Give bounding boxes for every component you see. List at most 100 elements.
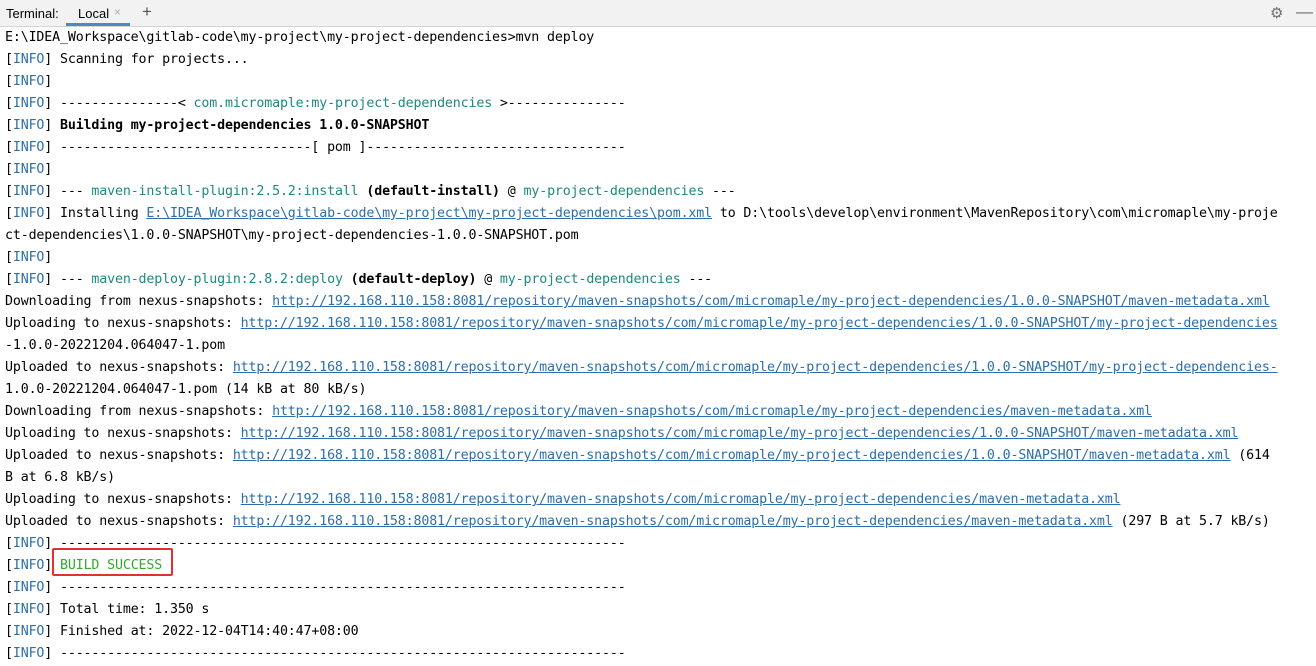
url-link[interactable]: http://192.168.110.158:8081/repository/m… bbox=[272, 294, 1270, 309]
console-line: [INFO] bbox=[5, 250, 53, 265]
info-tag: INFO bbox=[12, 52, 45, 67]
console-line: Uploading to nexus-snapshots: http://192… bbox=[5, 423, 1238, 445]
project-name: my-project-dependencies bbox=[499, 272, 681, 287]
file-link[interactable]: E:\IDEA_Workspace\gitlab-code\my-project… bbox=[146, 206, 712, 221]
info-tag: INFO bbox=[12, 162, 45, 177]
line-text: Uploading to nexus-snapshots: bbox=[5, 316, 241, 331]
console-line: B at 6.8 kB/s) bbox=[5, 467, 115, 489]
console-line: [INFO] ---------------------------------… bbox=[5, 580, 626, 595]
info-tag: INFO bbox=[12, 96, 45, 111]
project-id: com.micromaple:my-project-dependencies bbox=[193, 96, 493, 111]
scrollbar[interactable] bbox=[1308, 27, 1316, 666]
line-text: Installing bbox=[52, 206, 147, 221]
execution-id: (default-install) bbox=[366, 184, 500, 199]
console-line: [INFO] Finished at: 2022-12-04T14:40:47+… bbox=[5, 624, 359, 639]
console-line: [INFO] Scanning for projects... bbox=[5, 52, 249, 67]
info-tag: INFO bbox=[12, 580, 45, 595]
line-text: --- bbox=[680, 272, 713, 287]
info-tag: INFO bbox=[12, 536, 45, 551]
execution-id: (default-deploy) bbox=[350, 272, 477, 287]
line-text: to D:\tools\develop\environment\MavenRep… bbox=[712, 206, 1278, 221]
plugin-name: maven-deploy-plugin:2.8.2:deploy bbox=[91, 272, 343, 287]
tab-local[interactable]: Local × bbox=[66, 0, 130, 26]
line-text: ---------------< bbox=[52, 96, 194, 111]
console-line: [INFO] ---------------------------------… bbox=[5, 646, 626, 661]
console-line: Uploaded to nexus-snapshots: http://192.… bbox=[5, 445, 1270, 467]
info-tag: INFO bbox=[12, 140, 45, 155]
line-text: (614 bbox=[1230, 448, 1270, 463]
console-line: [INFO] ---------------< com.micromaple:m… bbox=[5, 96, 626, 111]
terminal-output[interactable]: E:\IDEA_Workspace\gitlab-code\my-project… bbox=[0, 27, 1316, 666]
console-line: [INFO] bbox=[5, 74, 53, 89]
separator-line: ----------------------------------------… bbox=[52, 646, 626, 661]
console-line: Uploading to nexus-snapshots: http://192… bbox=[5, 489, 1121, 511]
line-text: B at 6.8 kB/s) bbox=[5, 470, 115, 485]
line-text: Uploaded to nexus-snapshots: bbox=[5, 514, 233, 529]
console-line: [INFO] --- maven-install-plugin:2.5.2:in… bbox=[5, 184, 736, 199]
info-tag: INFO bbox=[12, 74, 45, 89]
console-line: -1.0.0-20221204.064047-1.pom bbox=[5, 335, 225, 357]
line-text: ct-dependencies\1.0.0-SNAPSHOT\my-projec… bbox=[5, 228, 579, 243]
console-line: E:\IDEA_Workspace\gitlab-code\my-project… bbox=[5, 27, 594, 49]
console-line: ct-dependencies\1.0.0-SNAPSHOT\my-projec… bbox=[5, 225, 579, 247]
console-line: [INFO] bbox=[5, 162, 53, 177]
console-line: [INFO] --- maven-deploy-plugin:2.8.2:dep… bbox=[5, 272, 713, 287]
url-link[interactable]: http://192.168.110.158:8081/repository/m… bbox=[233, 514, 1113, 529]
url-link[interactable]: http://192.168.110.158:8081/repository/m… bbox=[233, 448, 1231, 463]
line-text: (297 B at 5.7 kB/s) bbox=[1112, 514, 1270, 529]
line-text: @ bbox=[476, 272, 500, 287]
line-text: Uploading to nexus-snapshots: bbox=[5, 426, 241, 441]
info-tag: INFO bbox=[12, 646, 45, 661]
console-line: Downloading from nexus-snapshots: http:/… bbox=[5, 291, 1270, 313]
console-line: [INFO] Installing E:\IDEA_Workspace\gitl… bbox=[5, 206, 1278, 221]
terminal-toolbar: Terminal: Local × + ⚙ — bbox=[0, 0, 1316, 27]
line-text: Uploading to nexus-snapshots: bbox=[5, 492, 241, 507]
line-text: Total time: 1.350 s bbox=[52, 602, 210, 617]
console-line: [INFO] --------------------------------[… bbox=[5, 140, 626, 155]
line-text: -1.0.0-20221204.064047-1.pom bbox=[5, 338, 225, 353]
line-text: Uploaded to nexus-snapshots: bbox=[5, 448, 233, 463]
separator-line: ----------------------------------------… bbox=[52, 580, 626, 595]
line-text: Building my-project-dependencies 1.0.0-S… bbox=[52, 118, 430, 133]
project-name: my-project-dependencies bbox=[523, 184, 705, 199]
url-link[interactable]: http://192.168.110.158:8081/repository/m… bbox=[241, 492, 1121, 507]
console-line: [INFO] Total time: 1.350 s bbox=[5, 602, 210, 617]
highlight-box bbox=[52, 548, 173, 576]
minimize-icon[interactable]: — bbox=[1296, 2, 1313, 22]
line-text: Uploaded to nexus-snapshots: bbox=[5, 360, 233, 375]
gear-icon[interactable]: ⚙ bbox=[1270, 4, 1283, 22]
console-line: 1.0.0-20221204.064047-1.pom (14 kB at 80… bbox=[5, 379, 367, 401]
line-text: 1.0.0-20221204.064047-1.pom (14 kB at 80… bbox=[5, 382, 367, 397]
line-text: Finished at: 2022-12-04T14:40:47+08:00 bbox=[52, 624, 359, 639]
terminal-title: Terminal: bbox=[6, 6, 59, 21]
info-tag: INFO bbox=[12, 206, 45, 221]
line-text: Downloading from nexus-snapshots: bbox=[5, 404, 273, 419]
line-text: E:\IDEA_Workspace\gitlab-code\my-project… bbox=[5, 30, 595, 45]
tab-local-label: Local bbox=[78, 6, 110, 21]
console-line: [INFO] Building my-project-dependencies … bbox=[5, 118, 430, 133]
info-tag: INFO bbox=[12, 272, 45, 287]
line-text: Scanning for projects... bbox=[52, 52, 249, 67]
line-text: --- bbox=[52, 184, 92, 199]
url-link[interactable]: http://192.168.110.158:8081/repository/m… bbox=[233, 360, 1278, 375]
line-text: --- bbox=[704, 184, 736, 199]
console-line: Uploaded to nexus-snapshots: http://192.… bbox=[5, 511, 1270, 533]
line-text: >--------------- bbox=[492, 96, 626, 111]
info-tag: INFO bbox=[12, 602, 45, 617]
console-line: Uploaded to nexus-snapshots: http://192.… bbox=[5, 357, 1278, 379]
info-tag: INFO bbox=[12, 118, 45, 133]
add-tab-icon[interactable]: + bbox=[142, 2, 152, 22]
url-link[interactable]: http://192.168.110.158:8081/repository/m… bbox=[241, 316, 1278, 331]
line-text: @ bbox=[499, 184, 524, 199]
line-text: --- bbox=[52, 272, 92, 287]
info-tag: INFO bbox=[12, 624, 45, 639]
line-text: --------------------------------[ pom ]-… bbox=[52, 140, 626, 155]
info-tag: INFO bbox=[12, 250, 45, 265]
plugin-name: maven-install-plugin:2.5.2:install bbox=[91, 184, 359, 199]
info-tag: INFO bbox=[12, 558, 45, 573]
url-link[interactable]: http://192.168.110.158:8081/repository/m… bbox=[272, 404, 1152, 419]
close-icon[interactable]: × bbox=[114, 5, 121, 19]
console-line: Downloading from nexus-snapshots: http:/… bbox=[5, 401, 1152, 423]
url-link[interactable]: http://192.168.110.158:8081/repository/m… bbox=[241, 426, 1239, 441]
console-line: Uploading to nexus-snapshots: http://192… bbox=[5, 313, 1278, 335]
